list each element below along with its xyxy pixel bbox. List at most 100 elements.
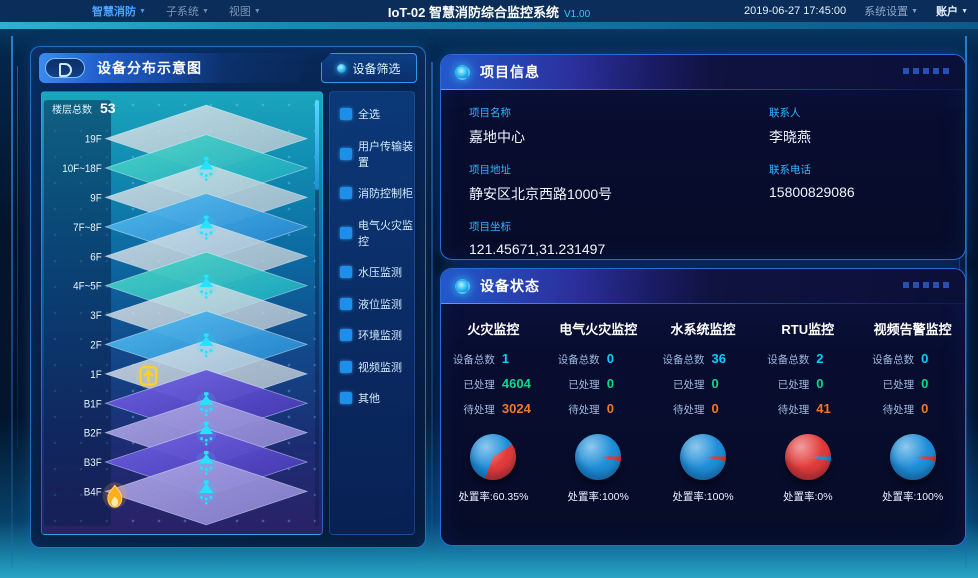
metric-pending: 待处理0	[862, 401, 963, 417]
panel-titlebar: 设备分布示意图	[39, 53, 313, 83]
metric-value: 4604	[502, 376, 544, 391]
metric-total: 设备总数1	[443, 351, 544, 367]
project-info-panel: 项目信息 项目名称嘉地中心联系人李晓燕项目地址静安区北京西路1000号联系电话1…	[440, 54, 966, 260]
filter-item-label: 电气火灾监控	[358, 217, 414, 249]
project-field-value: 李晓燕	[769, 127, 965, 147]
checkbox-icon[interactable]	[340, 329, 352, 341]
metric-label: 已处理	[443, 377, 495, 392]
checkbox-icon[interactable]	[340, 266, 352, 278]
checkbox-icon[interactable]	[340, 361, 352, 373]
metric-value: 1	[502, 351, 544, 366]
project-info-header: 项目信息	[441, 55, 965, 89]
filter-item-label: 液位监测	[358, 296, 402, 312]
nav-item-label: 智慧消防	[92, 3, 136, 19]
metric-value: 0	[921, 351, 963, 366]
filter-item-7[interactable]: 视频监测	[340, 359, 414, 375]
nav-item-2[interactable]: 视图▼	[229, 3, 261, 19]
topbar-right: 2019-06-27 17:45:00 系统设置 ▼ 账户 ▼	[744, 3, 968, 19]
diagram-scrollbar[interactable]	[315, 100, 319, 526]
metric-done: 已处理0	[548, 376, 649, 392]
device-status-title: 设备状态	[480, 276, 540, 296]
metric-value: 41	[816, 401, 858, 416]
metric-pending: 待处理 3024	[443, 401, 544, 417]
metric-pending: 待处理0	[548, 401, 649, 417]
checkbox-icon[interactable]	[340, 392, 352, 404]
metric-label: 设备总数	[757, 352, 809, 367]
metric-value: 3024	[502, 401, 544, 416]
project-field-label: 项目坐标	[469, 219, 769, 234]
project-field-label: 项目名称	[469, 105, 769, 120]
metric-total: 设备总数0	[548, 351, 649, 367]
project-field-3: 联系电话15800829086	[769, 162, 965, 204]
floor-label: B3F	[84, 458, 102, 469]
chevron-down-icon: ▼	[202, 8, 209, 15]
floor-label: 3F	[90, 311, 101, 322]
topbar-nav: 智慧消防▼子系统▼视图▼	[92, 3, 261, 19]
device-filter-header[interactable]: 设备筛选	[321, 53, 417, 83]
filter-item-label: 水压监测	[358, 264, 402, 280]
project-field-2: 项目地址静安区北京西路1000号	[469, 162, 769, 204]
settings-menu[interactable]: 系统设置 ▼	[864, 3, 918, 19]
project-info-body: 项目名称嘉地中心联系人李晓燕项目地址静安区北京西路1000号联系电话158008…	[441, 89, 965, 257]
filter-item-label: 全选	[358, 106, 380, 122]
metric-label: 已处理	[652, 377, 704, 392]
floor-label: 2F	[90, 340, 101, 351]
checkbox-icon[interactable]	[340, 227, 352, 239]
chevron-down-icon: ▼	[139, 8, 146, 15]
app-title-text: IoT-02 智慧消防综合监控系统	[388, 5, 559, 20]
metric-label: 待处理	[443, 402, 495, 417]
filter-item-1[interactable]: 用户传输装置	[340, 138, 414, 170]
metric-label: 待处理	[757, 402, 809, 417]
status-system-name: 电气火灾监控	[559, 319, 637, 338]
floor-label: 4F~5F	[73, 281, 102, 292]
filter-item-3[interactable]: 电气火灾监控	[340, 217, 414, 249]
account-menu-label: 账户	[936, 3, 958, 19]
filter-item-6[interactable]: 环境监测	[340, 327, 414, 343]
panel-title: 设备分布示意图	[97, 58, 202, 78]
checkbox-icon[interactable]	[340, 108, 352, 120]
rate-caption: 处置率:100%	[568, 489, 629, 504]
metric-value: 0	[607, 376, 649, 391]
project-field-label: 项目地址	[469, 162, 769, 177]
metric-total: 设备总数 2	[757, 351, 858, 367]
filter-item-8[interactable]: 其他	[340, 390, 414, 406]
project-info-title: 项目信息	[480, 62, 540, 82]
filter-item-2[interactable]: 消防控制柜	[340, 185, 414, 201]
return-icon[interactable]	[45, 58, 85, 78]
filter-item-4[interactable]: 水压监测	[340, 264, 414, 280]
floor-label: 9F	[90, 193, 101, 204]
nav-item-1[interactable]: 子系统▼	[166, 3, 209, 19]
metric-label: 设备总数	[548, 352, 600, 367]
metric-done: 已处理0	[862, 376, 963, 392]
checkbox-icon[interactable]	[340, 187, 352, 199]
floor-label: B1F	[84, 399, 102, 410]
checkbox-icon[interactable]	[340, 148, 352, 160]
filter-item-0[interactable]: 全选	[340, 106, 414, 122]
status-system-name: RTU监控	[781, 319, 834, 338]
scrollbar-thumb[interactable]	[315, 100, 319, 190]
device-status-header: 设备状态	[441, 269, 965, 303]
bullet-icon	[337, 64, 346, 73]
metric-label: 待处理	[862, 402, 914, 417]
floor-total-label: 楼层总数	[52, 101, 92, 116]
floor-label: 6F	[90, 252, 101, 263]
checkbox-icon[interactable]	[340, 298, 352, 310]
rate-pie-chart	[785, 434, 831, 480]
floor-total-value: 53	[100, 100, 116, 116]
device-distribution-header: 设备分布示意图 设备筛选	[39, 53, 417, 83]
bullet-icon	[455, 65, 470, 80]
filter-item-5[interactable]: 液位监测	[340, 296, 414, 312]
nav-item-0[interactable]: 智慧消防▼	[92, 3, 146, 19]
metric-value: 2	[816, 351, 858, 366]
rate-caption: 处置率:100%	[882, 489, 943, 504]
header-decoration	[903, 68, 949, 74]
metric-value: 0	[921, 376, 963, 391]
panel-divider	[431, 62, 433, 542]
metric-done: 已处理0	[757, 376, 858, 392]
filter-item-label: 消防控制柜	[358, 185, 413, 201]
project-field-value: 15800829086	[769, 184, 965, 200]
account-menu[interactable]: 账户 ▼	[936, 3, 968, 19]
metric-value: 0	[607, 401, 649, 416]
metric-value: 0	[711, 401, 753, 416]
metric-done: 已处理0	[652, 376, 753, 392]
